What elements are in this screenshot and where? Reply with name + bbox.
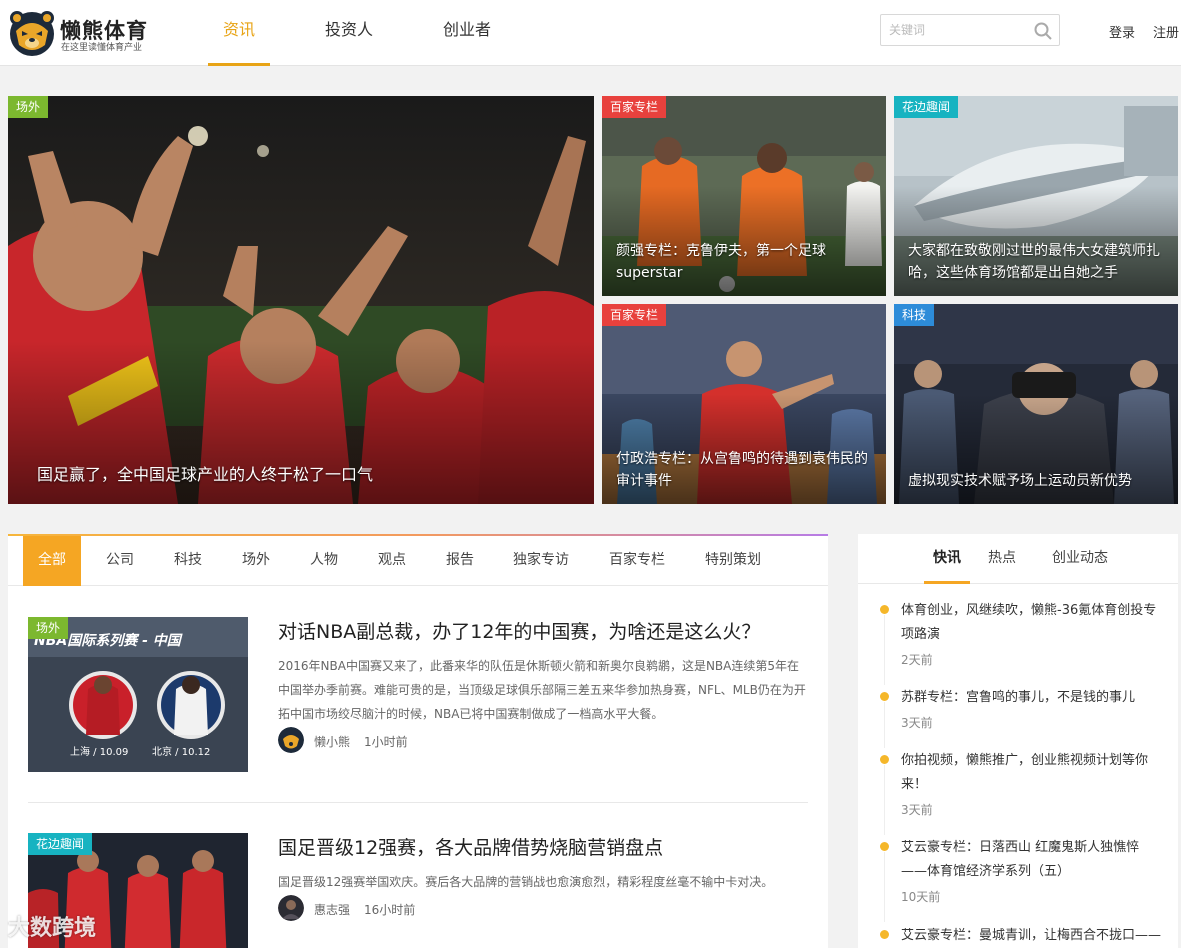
hero-main-tag: 场外 [8,96,49,118]
tab-offfield[interactable]: 场外 [232,536,280,586]
article-title[interactable]: 国足晋级12强赛，各大品牌借势烧脑营销盘点 [278,833,663,860]
article-thumbnail-image: NBA国际系列赛 - 中国 上海 / 10.09 北京 / 10.12 [28,617,248,772]
tab-exclusive[interactable]: 独家专访 [504,536,578,586]
news-text[interactable]: 艾云豪专栏：日落西山 红魔鬼斯人独憔悴——体育馆经济学系列（五） [901,836,1161,884]
tab-tech[interactable]: 科技 [164,536,212,586]
timeline-line [884,852,885,922]
tab-report[interactable]: 报告 [436,536,484,586]
avatar[interactable] [278,727,304,753]
hero-tile-tag: 百家专栏 [602,304,667,326]
news-sidebar: 快讯 热点 创业动态 体育创业，风继续吹，懒熊-36氪体育创投专项路演 2天前 … [858,534,1178,948]
thumb-city-right: 北京 / 10.12 [152,745,210,758]
news-time: 2天前 [901,653,933,667]
site-header: 懒熊体育 在这里读懂体育产业 资讯 投资人 创业者 登录 注册 [0,0,1181,66]
article-list-panel: 全部 公司 科技 场外 人物 观点 报告 独家专访 百家专栏 特别策划 NBA国… [8,534,828,948]
timeline-dot [880,842,889,851]
hero-tile-tag: 百家专栏 [602,96,667,118]
news-time: 10天前 [901,890,941,904]
news-time: 3天前 [901,716,933,730]
user-avatar-icon [278,895,304,921]
news-time: 3天前 [901,803,933,817]
hero-tile-tag: 花边趣闻 [894,96,959,118]
hero-tile-tag: 科技 [894,304,935,326]
author-name[interactable]: 惠志强 [314,901,350,918]
news-text[interactable]: 体育创业，风继续吹，懒熊-36氪体育创投专项路演 [901,599,1161,647]
tab-hot[interactable]: 热点 [982,534,1022,584]
tab-columns[interactable]: 百家专栏 [600,536,674,586]
hero-tile-title[interactable]: 颜强专栏：克鲁伊夫，第一个足球superstar [616,240,872,284]
sidebar-tabs: 快讯 热点 创业动态 [858,534,1178,584]
watermark-logo: 大数跨境 [8,916,97,941]
article-summary: 2016年NBA中国赛又来了，此番来华的队伍是休斯顿火箭和新奥尔良鹈鹕，这是NB… [278,659,806,721]
hero-tile[interactable]: 百家专栏 付政浩专栏：从宫鲁鸣的待遇到袁伟民的审计事件 [602,304,886,504]
hero-tile[interactable]: 百家专栏 颜强专栏：克鲁伊夫，第一个足球superstar [602,96,886,296]
article-tag: 场外 [28,617,69,639]
news-item: 苏群专栏：宫鲁鸣的事儿，不是钱的事儿 3天前 [880,686,1161,748]
logo-subtitle: 在这里读懂体育产业 [61,43,143,53]
publish-time: 16小时前 [364,903,416,917]
hero-tile[interactable]: 科技 虚拟现实技术赋予场上运动员新优势 [894,304,1178,504]
tab-all[interactable]: 全部 [23,536,81,586]
news-item: 你拍视频，懒熊推广，创业熊视频计划等你来！ 3天前 [880,749,1161,835]
article-summary: 国足晋级12强赛举国欢庆。赛后各大品牌的营销战也愈演愈烈，精彩程度丝毫不输中卡对… [278,875,774,889]
timeline-dot [880,692,889,701]
timeline-dot [880,605,889,614]
tab-company[interactable]: 公司 [96,536,144,586]
hero-main-image [8,96,594,504]
article-tag: 花边趣闻 [28,833,93,855]
thumb-city-left: 上海 / 10.09 [70,745,128,758]
register-link[interactable]: 注册 [1153,22,1179,41]
article-divider [28,802,808,803]
tab-flash-news[interactable]: 快讯 [924,534,970,584]
news-text[interactable]: 苏群专栏：宫鲁鸣的事儿，不是钱的事儿 [901,686,1161,710]
search-input[interactable] [889,21,1029,39]
hero-main-tile[interactable]: 场外 国足赢了，全中国足球产业的人终于松了一口气 [8,96,594,504]
login-link[interactable]: 登录 [1109,22,1135,41]
hero-tile-title[interactable]: 付政浩专栏：从宫鲁鸣的待遇到袁伟民的审计事件 [616,448,872,492]
nav-founders[interactable]: 创业者 [432,0,502,66]
hero-tile[interactable]: 花边趣闻 大家都在致敬刚过世的最伟大女建筑师扎哈，这些体育场馆都是出自她之手 [894,96,1178,296]
tab-opinion[interactable]: 观点 [368,536,416,586]
timeline-line [884,702,885,748]
article-item: NBA国际系列赛 - 中国 上海 / 10.09 北京 / 10.12 场外 对… [28,617,808,777]
publish-time: 1小时前 [364,735,408,749]
timeline-line [884,765,885,835]
timeline-dot [880,755,889,764]
avatar[interactable] [278,895,304,921]
search-icon[interactable] [1033,21,1053,41]
search-box [880,14,1060,46]
site-logo[interactable]: 懒熊体育 在这里读懂体育产业 [8,9,158,59]
timeline-dot [880,930,889,939]
bear-avatar-icon [278,727,304,753]
tab-special[interactable]: 特别策划 [696,536,770,586]
timeline-line [884,615,885,685]
hero-main-title[interactable]: 国足赢了，全中国足球产业的人终于松了一口气 [37,464,580,486]
nav-news[interactable]: 资讯 [208,0,270,66]
news-text[interactable]: 你拍视频，懒熊推广，创业熊视频计划等你来！ [901,749,1161,797]
article-title[interactable]: 对话NBA副总裁，办了12年的中国赛，为啥还是这么火？ [278,617,760,644]
nav-investors[interactable]: 投资人 [314,0,384,66]
category-tabs: 全部 公司 科技 场外 人物 观点 报告 独家专访 百家专栏 特别策划 [8,536,828,586]
author-name[interactable]: 懒小熊 [314,733,350,750]
tab-people[interactable]: 人物 [300,536,348,586]
news-item: 体育创业，风继续吹，懒熊-36氪体育创投专项路演 2天前 [880,599,1161,685]
tab-startup-news[interactable]: 创业动态 [1044,534,1116,584]
news-text[interactable]: 艾云豪专栏：曼城青训，让梅西合不拢口—— [901,924,1161,948]
article-item: 花边趣闻 国足晋级12强赛，各大品牌借势烧脑营销盘点 国足晋级12强赛举国欢庆。… [28,833,808,948]
news-item: 艾云豪专栏：曼城青训，让梅西合不拢口—— [880,924,1161,948]
article-thumbnail[interactable]: NBA国际系列赛 - 中国 上海 / 10.09 北京 / 10.12 场外 [28,617,248,772]
news-item: 艾云豪专栏：日落西山 红魔鬼斯人独憔悴——体育馆经济学系列（五） 10天前 [880,836,1161,922]
hero-tile-title[interactable]: 大家都在致敬刚过世的最伟大女建筑师扎哈，这些体育场馆都是出自她之手 [908,240,1164,284]
bear-logo-icon [10,11,54,56]
hero-tile-title[interactable]: 虚拟现实技术赋予场上运动员新优势 [908,470,1164,492]
